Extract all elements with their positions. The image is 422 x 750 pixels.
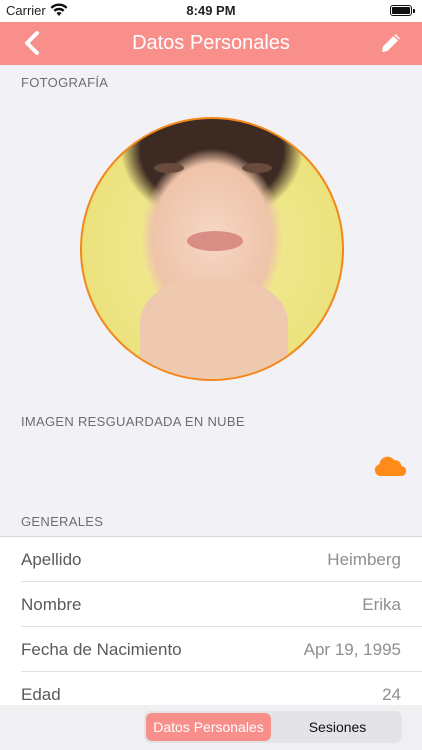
row-label: Fecha de Nacimiento [21,640,182,659]
table-row: Apellido Heimberg [21,537,422,582]
clock: 8:49 PM [186,3,236,18]
row-label: Edad [21,685,61,704]
table-row: Nombre Erika [21,582,422,627]
segment-sesiones[interactable]: Sesiones [275,713,400,741]
status-bar: Carrier 8:49 PM [0,0,422,22]
row-value: Apr 19, 1995 [303,640,401,659]
battery-icon [390,5,415,16]
section-header-photo: FOTOGRAFÍA [21,75,109,90]
row-value: 24 [382,685,401,704]
navigation-bar: Datos Personales [0,22,422,65]
profile-photo[interactable] [80,117,344,381]
page-title: Datos Personales [132,32,290,54]
table-row: Fecha de Nacimiento Apr 19, 1995 [21,627,422,672]
row-value: Erika [362,595,401,614]
row-label: Apellido [21,550,82,569]
segmented-control: Datos Personales Sesiones [144,711,402,743]
row-label: Nombre [21,595,82,614]
segment-datos-personales[interactable]: Datos Personales [146,713,271,741]
row-value: Heimberg [327,550,401,569]
cloud-icon [374,456,407,477]
section-header-cloud: IMAGEN RESGUARDADA EN NUBE [21,414,245,429]
general-info-table: Apellido Heimberg Nombre Erika Fecha de … [0,536,422,717]
section-header-general: GENERALES [21,514,104,529]
pencil-icon[interactable] [378,30,404,56]
